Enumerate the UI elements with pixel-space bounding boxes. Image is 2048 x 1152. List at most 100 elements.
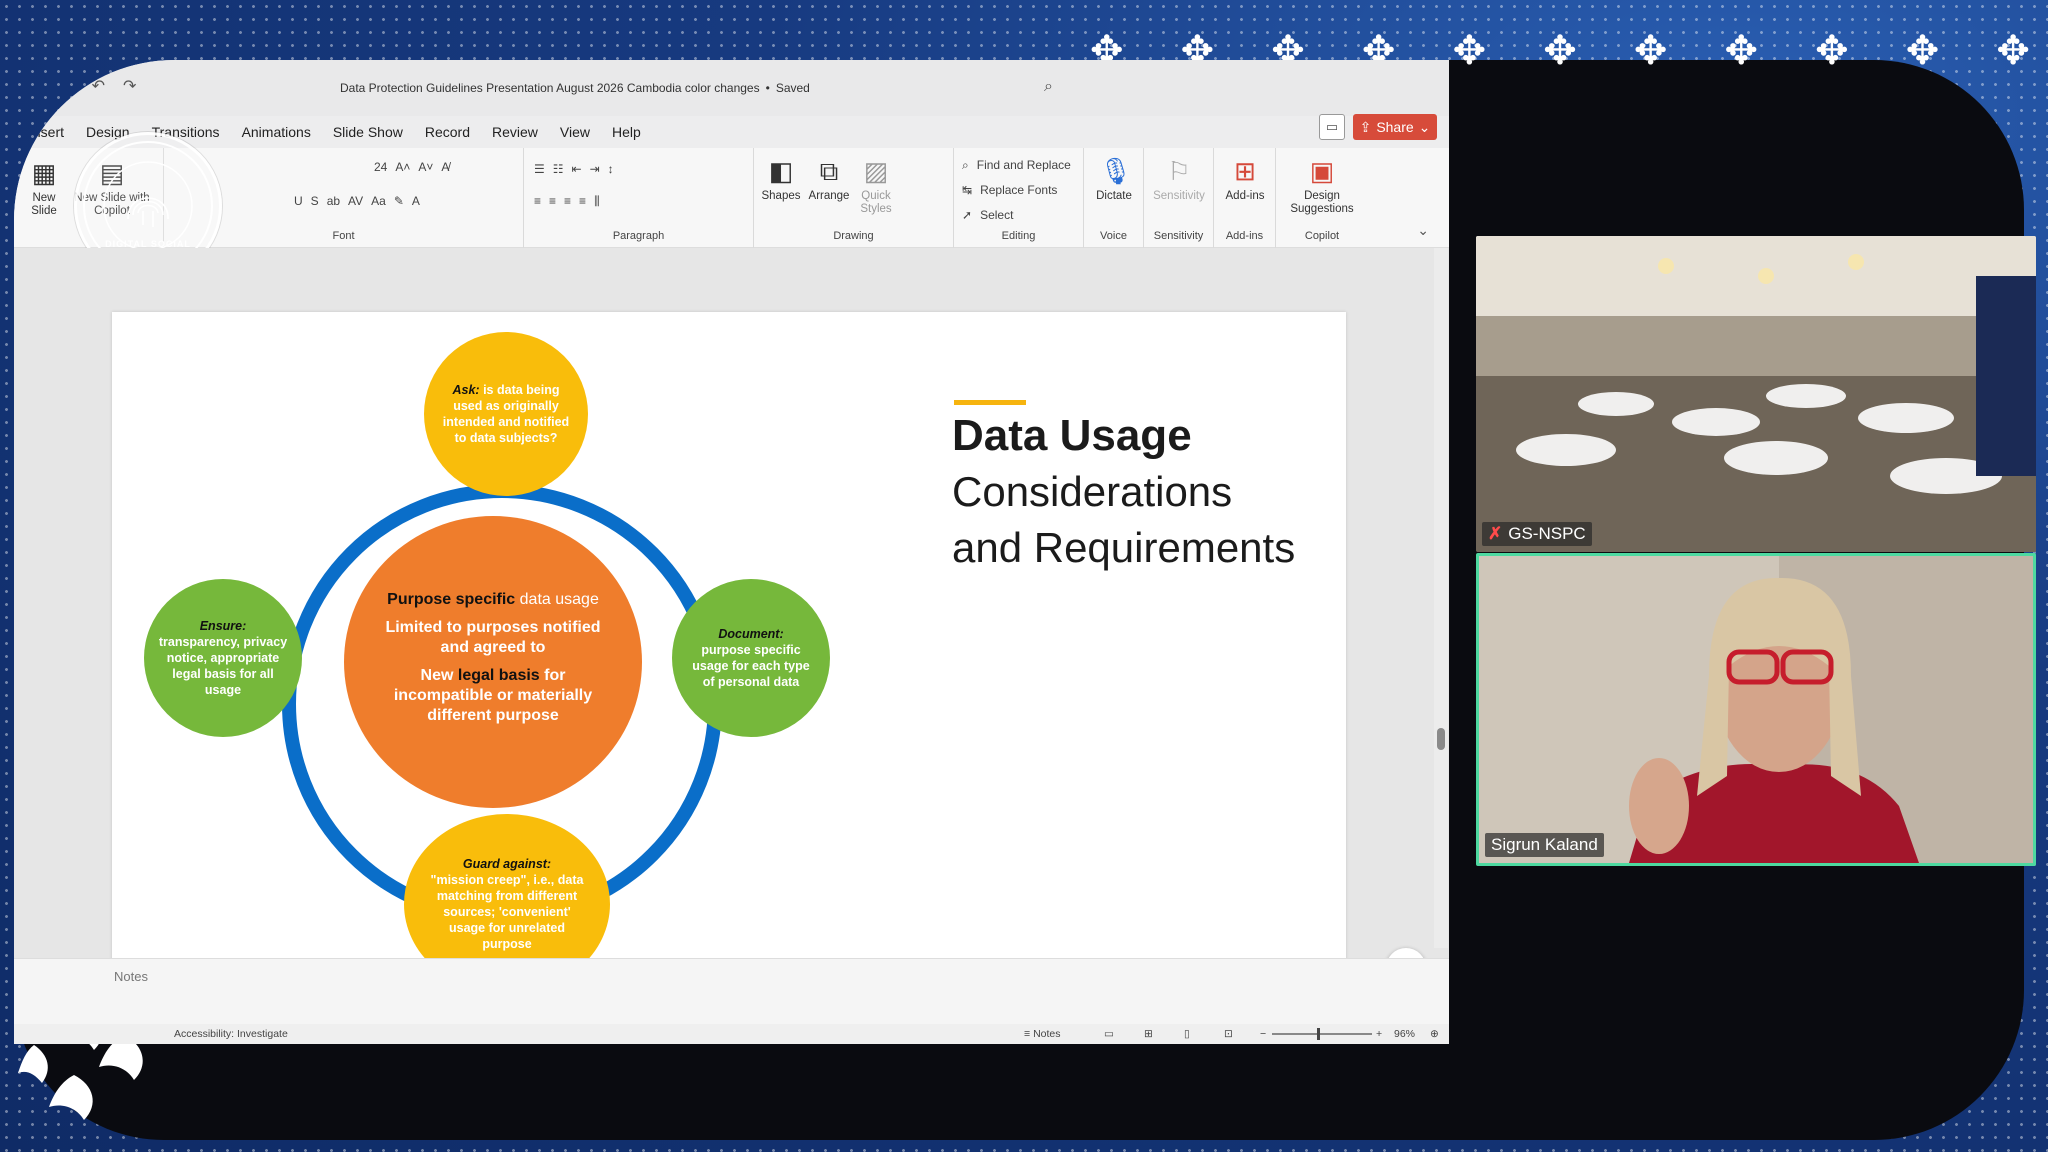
tab-record[interactable]: Record xyxy=(425,124,470,140)
ribbon-group-voice: 🎙 Dictate Voice xyxy=(1084,148,1144,248)
flower-icon: ✥ xyxy=(1905,29,1940,73)
share-button[interactable]: ⇪ Share ⌄ xyxy=(1353,114,1437,140)
highlight-icon[interactable]: ✎ xyxy=(394,194,404,208)
zoom-slider-thumb[interactable] xyxy=(1317,1028,1320,1040)
group-label: Voice xyxy=(1100,230,1127,242)
arrange-button[interactable]: ⧉ Arrange xyxy=(804,156,854,203)
zoom-level[interactable]: 96% xyxy=(1394,1028,1415,1040)
title-bar: 🖫 ↶ ↷ Data Protection Guidelines Present… xyxy=(14,60,1449,116)
status-bar: Accessibility: Investigate ≡ Notes ▭ ⊞ ▯… xyxy=(14,1024,1449,1044)
design-icon: ▣ xyxy=(1309,156,1335,186)
change-case-icon[interactable]: Aa xyxy=(371,194,386,208)
quick-styles-button[interactable]: ▨ Quick Styles xyxy=(854,156,898,216)
line-spacing-icon[interactable]: ↕ xyxy=(608,162,614,176)
video-tile-room[interactable]: ✗ GS-NSPC xyxy=(1476,236,2036,552)
columns-icon[interactable]: ⫼ xyxy=(594,194,600,209)
ribbon-group-addins: ⊞ Add-ins Add-ins xyxy=(1214,148,1276,248)
arrange-icon: ⧉ xyxy=(819,156,839,186)
tab-insert[interactable]: Insert xyxy=(29,124,64,140)
ribbon-group-paragraph: ☰ ☷ ⇤ ⇥ ↕ ≡ ≡ ≡ ≡ ⫼ Paragraph xyxy=(524,148,754,248)
addins-button[interactable]: ⊞ Add-ins xyxy=(1219,156,1271,203)
fit-slide-icon[interactable]: ⊕ xyxy=(1430,1028,1439,1040)
new-slide-button[interactable]: ▦ New Slide xyxy=(24,158,64,218)
zoom-in-icon[interactable]: + xyxy=(1376,1028,1382,1040)
participant-name-tag: ✗ GS-NSPC xyxy=(1482,522,1592,546)
ribbon-group-drawing: ◧ Shapes ⧉ Arrange ▨ Quick Styles Drawin… xyxy=(754,148,954,248)
notes-toggle-button[interactable]: ≡ Notes xyxy=(1024,1028,1061,1040)
flower-icon: ✥ xyxy=(1543,29,1577,73)
shadow-icon[interactable]: S xyxy=(311,194,319,208)
decrease-indent-icon[interactable]: ⇤ xyxy=(572,162,582,176)
align-right-icon[interactable]: ≡ xyxy=(564,194,571,209)
font-size-box[interactable]: 24 xyxy=(374,160,387,174)
dictate-button[interactable]: 🎙 Dictate xyxy=(1089,156,1139,203)
zoom-out-icon[interactable]: − xyxy=(1260,1028,1266,1040)
tab-slide-show[interactable]: Slide Show xyxy=(333,124,403,140)
font-color-icon[interactable]: A xyxy=(412,194,420,208)
addins-icon: ⊞ xyxy=(1234,156,1256,186)
tab-review[interactable]: Review xyxy=(492,124,538,140)
flower-icon: ✥ xyxy=(1633,29,1668,73)
underline-icon[interactable]: U xyxy=(294,194,303,208)
numbering-icon[interactable]: ☷ xyxy=(553,162,564,176)
grow-font-icon[interactable]: A˄ xyxy=(395,160,410,174)
node-ensure: Ensure: transparency, privacy notice, ap… xyxy=(144,579,302,737)
redo-icon[interactable]: ↷ xyxy=(123,76,136,103)
find-replace-button[interactable]: ⌕ Find and Replace xyxy=(962,158,1071,173)
vertical-scrollbar[interactable] xyxy=(1434,248,1448,948)
undo-icon[interactable]: ↶ xyxy=(92,76,105,103)
mic-muted-icon: ✗ xyxy=(1488,524,1503,543)
slide-title: Data Usage Considerations and Requiremen… xyxy=(952,411,1296,571)
new-slide-icon: ▦ xyxy=(31,158,57,188)
flower-icon: ✥ xyxy=(1452,29,1487,73)
group-label: Paragraph xyxy=(612,230,665,242)
save-state[interactable]: Saved xyxy=(776,81,810,95)
node-ask: Ask: is data being used as originally in… xyxy=(424,332,588,496)
tab-help[interactable]: Help xyxy=(612,124,641,140)
reading-view-icon[interactable]: ▯ xyxy=(1184,1028,1190,1040)
node-document: Document: purpose specific usage for eac… xyxy=(672,579,830,737)
clear-format-icon[interactable]: A̸ xyxy=(441,160,449,174)
design-suggestions-button[interactable]: ▣ Design Suggestions xyxy=(1282,156,1362,216)
video-tile-active-speaker[interactable]: Sigrun Kaland xyxy=(1476,553,2036,866)
slide-canvas[interactable]: Ask: is data being used as originally in… xyxy=(112,312,1346,1002)
char-spacing-icon[interactable]: AV xyxy=(348,194,363,208)
normal-view-icon[interactable]: ▭ xyxy=(1104,1028,1114,1040)
slide-workspace: Ask: is data being used as originally in… xyxy=(14,248,1449,1002)
comments-icon[interactable]: ▭ xyxy=(1319,114,1345,140)
document-title: Data Protection Guidelines Presentation … xyxy=(340,81,760,95)
ribbon-expand-icon[interactable]: ⌄ xyxy=(1417,222,1429,239)
search-icon: ⌕ xyxy=(962,158,969,172)
justify-icon[interactable]: ≡ xyxy=(579,194,586,209)
slideshow-view-icon[interactable]: ⊡ xyxy=(1224,1028,1233,1040)
room-scene xyxy=(1476,236,2036,552)
align-center-icon[interactable]: ≡ xyxy=(549,194,556,209)
replace-fonts-button[interactable]: ↹ Replace Fonts xyxy=(962,183,1057,197)
notes-pane[interactable]: Notes xyxy=(14,958,1449,1024)
shapes-button[interactable]: ◧ Shapes xyxy=(759,156,803,203)
flower-icon: ✥ xyxy=(1724,29,1758,73)
tab-view[interactable]: View xyxy=(560,124,590,140)
quick-access-toolbar: 🖫 ↶ ↷ xyxy=(60,76,136,103)
bullets-icon[interactable]: ☰ xyxy=(534,162,545,176)
menu-bar: Insert Design Transitions Animations Sli… xyxy=(14,116,1449,148)
accessibility-status[interactable]: Accessibility: Investigate xyxy=(174,1028,288,1040)
node-purpose-center: Purpose specific data usage Limited to p… xyxy=(344,516,642,808)
increase-indent-icon[interactable]: ⇥ xyxy=(590,162,600,176)
strikethrough-icon[interactable]: ab xyxy=(327,194,340,208)
sorter-view-icon[interactable]: ⊞ xyxy=(1144,1028,1153,1040)
zoom-slider[interactable] xyxy=(1272,1033,1372,1035)
quick-styles-icon: ▨ xyxy=(863,156,889,186)
sensitivity-button[interactable]: ⚐ Sensitivity xyxy=(1149,156,1209,203)
flower-icon: ✥ xyxy=(1815,29,1849,73)
title-accent-line xyxy=(954,400,1026,405)
group-label: Sensitivity xyxy=(1153,230,1204,242)
cursor-icon: ➚ xyxy=(962,208,973,222)
participant-name-tag: Sigrun Kaland xyxy=(1485,833,1604,857)
select-button[interactable]: ➚ Select xyxy=(962,208,1013,222)
align-left-icon[interactable]: ≡ xyxy=(534,194,541,209)
search-icon[interactable]: ⌕ xyxy=(1044,78,1053,96)
save-icon[interactable]: 🖫 xyxy=(60,76,74,103)
shrink-font-icon[interactable]: A˅ xyxy=(418,160,433,174)
tab-animations[interactable]: Animations xyxy=(242,124,311,140)
